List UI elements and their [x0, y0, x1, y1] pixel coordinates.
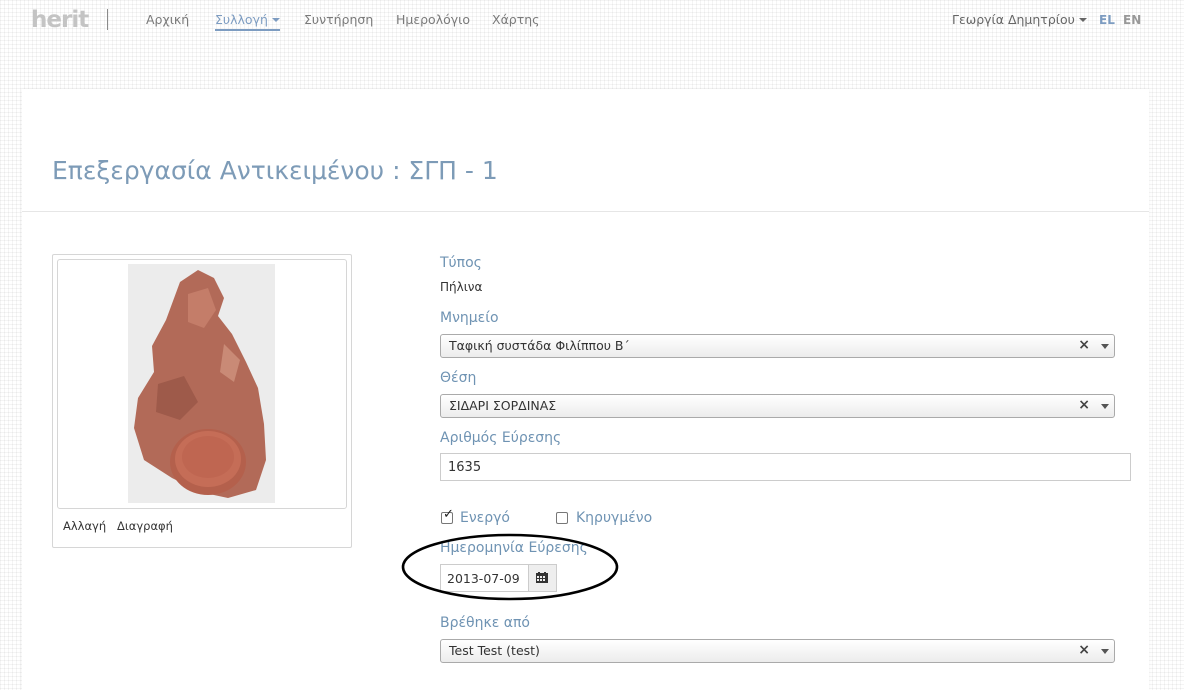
user-name: Γεωργία Δημητρίου	[952, 12, 1075, 27]
active-checkbox-label[interactable]: Ενεργό	[460, 509, 510, 527]
find-date-input[interactable]	[440, 564, 529, 592]
calendar-icon	[536, 572, 548, 583]
clear-x-icon[interactable]: ×	[1078, 337, 1090, 353]
clear-x-icon[interactable]: ×	[1078, 642, 1090, 658]
chevron-down-icon	[1078, 17, 1087, 22]
date-picker-button[interactable]	[529, 564, 557, 592]
lang-el[interactable]: EL	[1099, 12, 1115, 28]
nav-item-calendar[interactable]: Ημερολόγιο	[396, 12, 470, 28]
top-navbar: herit Αρχική Συλλογή Συντήρηση Ημερολόγι…	[0, 0, 1184, 40]
declared-checkbox-label[interactable]: Κηρυγμένο	[576, 509, 652, 527]
herit-logo[interactable]: herit	[31, 7, 89, 33]
nav-item-home[interactable]: Αρχική	[146, 12, 189, 28]
monument-select[interactable]: Ταφική συστάδα Φιλίππου Β΄ ×	[440, 334, 1115, 358]
dropdown-arrow-icon[interactable]	[1101, 344, 1109, 349]
found-by-selected-value: Test Test (test)	[449, 643, 540, 658]
monument-label: Μνημείο	[440, 310, 499, 326]
find-date-label: Ημερομηνία Εύρεσης	[440, 540, 588, 556]
dropdown-arrow-icon[interactable]	[1101, 649, 1109, 654]
location-select[interactable]: ΣΙΔΑΡΙ ΣΟΡΔΙΝΑΣ ×	[440, 394, 1115, 418]
logo-separator	[107, 9, 108, 30]
delete-image-link[interactable]: Διαγραφή	[117, 519, 173, 533]
chevron-down-icon	[271, 17, 280, 22]
nav-item-collection[interactable]: Συλλογή	[215, 12, 280, 31]
image-card: Αλλαγή Διαγραφή	[52, 254, 352, 548]
edit-item-panel: Επεξεργασία Αντικειμένου : ΣΓΠ - 1 Αλλαγ…	[22, 89, 1149, 690]
user-menu[interactable]: Γεωργία Δημητρίου	[952, 12, 1087, 28]
lang-en[interactable]: EN	[1123, 12, 1141, 28]
type-value: Πήλινα	[440, 280, 483, 294]
location-selected-value: ΣΙΔΑΡΙ ΣΟΡΔΙΝΑΣ	[449, 398, 557, 413]
type-label: Τύπος	[440, 255, 482, 271]
clear-x-icon[interactable]: ×	[1078, 397, 1090, 413]
artifact-photo	[128, 264, 275, 503]
found-by-select[interactable]: Test Test (test) ×	[440, 639, 1115, 663]
find-number-input[interactable]	[440, 453, 1131, 481]
monument-selected-value: Ταφική συστάδα Φιλίππου Β΄	[449, 338, 630, 353]
checkmark-icon: ✓	[443, 507, 454, 522]
declared-checkbox[interactable]	[556, 512, 568, 524]
page-title: Επεξεργασία Αντικειμένου : ΣΓΠ - 1	[52, 156, 498, 185]
location-label: Θέση	[440, 370, 477, 386]
title-divider	[22, 211, 1149, 212]
active-checkbox[interactable]: ✓	[441, 507, 454, 524]
find-number-label: Αριθμός Εύρεσης	[440, 430, 562, 446]
image-thumbnail[interactable]	[57, 259, 347, 509]
nav-item-conservation[interactable]: Συντήρηση	[304, 12, 373, 28]
nav-item-collection-label: Συλλογή	[215, 12, 268, 27]
change-image-link[interactable]: Αλλαγή	[63, 519, 106, 533]
found-by-label: Βρέθηκε από	[440, 615, 530, 631]
nav-item-map[interactable]: Χάρτης	[492, 12, 540, 28]
dropdown-arrow-icon[interactable]	[1101, 404, 1109, 409]
